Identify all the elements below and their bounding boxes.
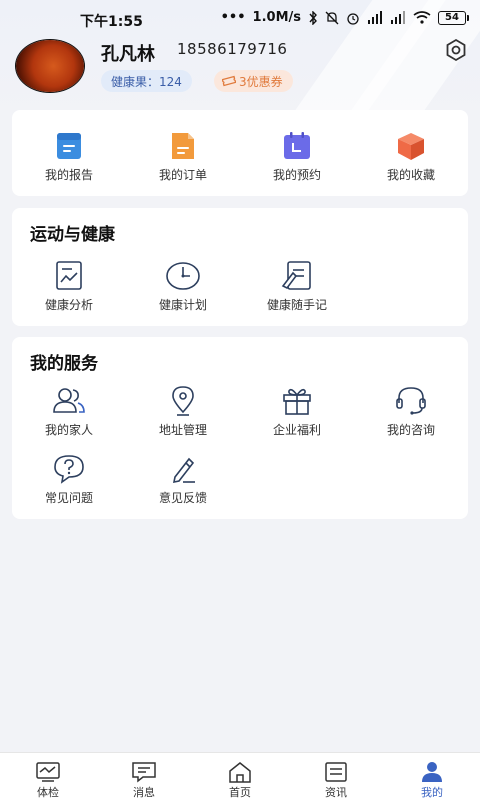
news-icon (325, 762, 347, 782)
pencil-icon (172, 457, 195, 484)
quick-link-label: 我的订单 (158, 168, 207, 182)
quick-link-report[interactable]: 我的报告 (12, 110, 126, 196)
question-icon (54, 455, 84, 484)
more-dots-icon: ••• (220, 10, 246, 25)
clock-icon (166, 262, 200, 290)
sport-item-label: 健康计划 (158, 298, 207, 312)
nav-item-checkup[interactable]: 体检 (0, 753, 96, 800)
nav-item-home[interactable]: 首页 (192, 753, 288, 800)
ticket-icon (222, 75, 236, 87)
service-item-label: 我的家人 (44, 423, 93, 437)
mute-icon (325, 11, 339, 24)
services-card: 我的服务 我的家人 地址管理 企业福利 我的咨询 常见问题 意见反馈 (12, 337, 468, 519)
settings-icon[interactable] (444, 38, 468, 62)
signal-icon (368, 11, 382, 24)
service-item-label: 意见反馈 (158, 491, 207, 505)
home-icon (229, 762, 251, 783)
health-fruit-badge[interactable]: 健康果：124 (101, 70, 192, 92)
service-item-welfare[interactable]: 企业福利 (240, 385, 354, 438)
location-icon (172, 386, 194, 416)
nav-item-message[interactable]: 消息 (96, 753, 192, 800)
service-item-family[interactable]: 我的家人 (12, 385, 126, 438)
quick-link-label: 我的预约 (272, 168, 321, 182)
sport-item-notes[interactable]: 健康随手记 (240, 260, 354, 313)
section-title: 运动与健康 (30, 225, 115, 245)
service-item-label: 地址管理 (158, 423, 207, 437)
quick-link-favorites[interactable]: 我的收藏 (354, 110, 468, 196)
service-item-address[interactable]: 地址管理 (126, 385, 240, 438)
quick-links-card: 我的报告 我的订单 我的预约 我的收藏 (12, 110, 468, 196)
signal-icon (391, 11, 405, 24)
user-name: 孔凡林 (101, 44, 155, 65)
chart-icon (56, 261, 82, 290)
coupon-label: 3优惠券 (239, 74, 283, 89)
nav-item-news[interactable]: 资讯 (288, 753, 384, 800)
wifi-icon (413, 11, 431, 24)
user-phone: 18586179716 (177, 40, 288, 58)
service-item-feedback[interactable]: 意见反馈 (126, 453, 240, 506)
nav-label: 首页 (229, 786, 251, 799)
sport-item-analysis[interactable]: 健康分析 (12, 260, 126, 313)
avatar[interactable] (16, 40, 84, 92)
quick-link-label: 我的报告 (44, 168, 93, 182)
battery-icon: 54 (438, 10, 469, 25)
section-title: 我的服务 (30, 354, 98, 374)
network-speed: 1.0M/s (252, 10, 301, 25)
quick-link-label: 我的收藏 (386, 168, 435, 182)
family-icon (53, 388, 85, 413)
calendar-icon (284, 132, 310, 159)
coupon-badge[interactable]: 3优惠券 (214, 70, 293, 92)
nav-label: 资讯 (325, 786, 347, 799)
sport-item-label: 健康随手记 (266, 298, 327, 312)
order-icon (172, 133, 194, 159)
gift-icon (283, 388, 311, 415)
nav-item-profile[interactable]: 我的 (384, 753, 480, 800)
headset-icon (396, 387, 426, 415)
box-icon (398, 133, 424, 160)
nav-label: 体检 (37, 786, 59, 799)
sport-item-plan[interactable]: 健康计划 (126, 260, 240, 313)
profile-icon (422, 762, 442, 782)
alarm-icon (347, 12, 359, 25)
service-item-label: 常见问题 (44, 491, 93, 505)
status-bar: 下午1:55 ••• 1.0M/s 54 (0, 0, 480, 38)
sport-health-card: 运动与健康 健康分析 健康计划 健康随手记 (12, 208, 468, 326)
message-icon (132, 762, 156, 783)
notebook-icon (281, 261, 311, 290)
status-time: 下午1:55 (80, 14, 143, 30)
service-item-faq[interactable]: 常见问题 (12, 453, 126, 506)
service-item-consult[interactable]: 我的咨询 (354, 385, 468, 438)
service-item-label: 我的咨询 (386, 423, 435, 437)
service-item-label: 企业福利 (272, 423, 321, 437)
quick-link-order[interactable]: 我的订单 (126, 110, 240, 196)
bottom-nav: 体检 消息 首页 资讯 我的 (0, 752, 480, 800)
checkup-icon (36, 762, 60, 782)
bluetooth-icon (309, 10, 317, 25)
report-icon (57, 133, 81, 159)
nav-label: 消息 (133, 786, 155, 799)
quick-link-appointment[interactable]: 我的预约 (240, 110, 354, 196)
sport-item-label: 健康分析 (44, 298, 93, 312)
nav-label: 我的 (421, 786, 443, 799)
